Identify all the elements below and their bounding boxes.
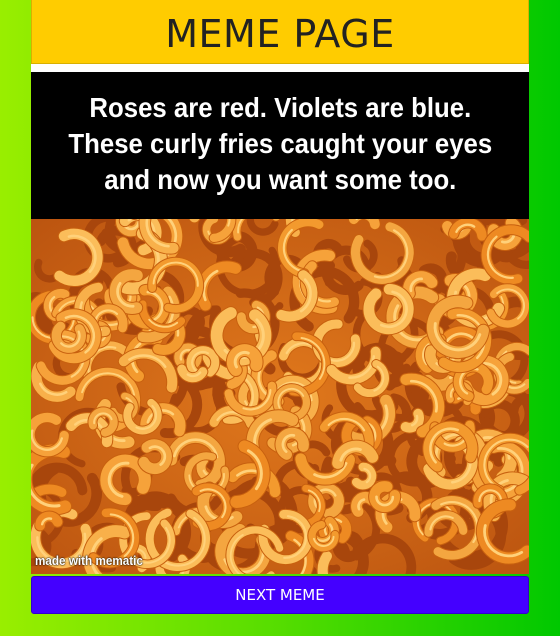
page-header: MEME PAGE [31,0,529,64]
meme-image: Roses are red. Violets are blue. These c… [31,72,529,574]
next-meme-button[interactable]: NEXT MEME [31,576,529,614]
header-divider [31,64,529,72]
meme-caption-line: and now you want some too. [103,163,457,195]
meme-caption-line: Roses are red. Violets are blue. [89,91,471,123]
page-title: MEME PAGE [165,11,395,56]
meme-caption-box: Roses are red. Violets are blue. These c… [31,72,529,219]
page-container: MEME PAGE Roses are red. Violets are blu… [31,0,529,574]
mematic-watermark: made with mematic [35,553,143,568]
meme-caption-line: These curly fries caught your eyes [68,127,492,159]
curly-fries-photo [31,219,529,574]
meme-caption: Roses are red. Violets are blue. These c… [68,90,492,202]
